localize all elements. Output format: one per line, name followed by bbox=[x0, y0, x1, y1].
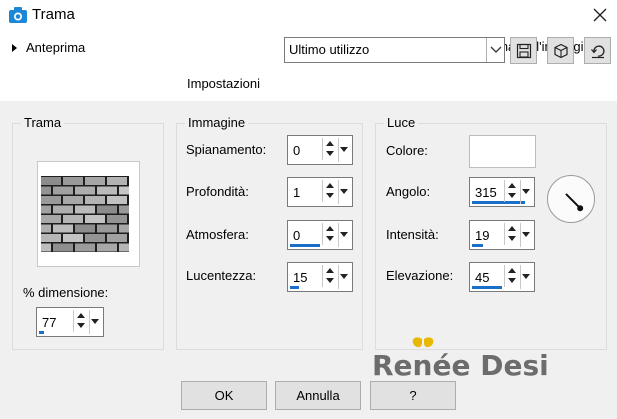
reset-icon bbox=[590, 44, 605, 58]
color-label: Colore: bbox=[386, 143, 428, 158]
triangle-right-icon bbox=[12, 43, 17, 52]
intensity-stepper[interactable] bbox=[504, 223, 518, 245]
depth-spin[interactable]: 1 bbox=[287, 177, 353, 207]
depth-stepper[interactable] bbox=[322, 180, 336, 202]
angle-dropdown[interactable] bbox=[520, 180, 530, 204]
angle-label: Angolo: bbox=[386, 184, 431, 199]
title-bar: Trama bbox=[0, 0, 617, 31]
angle-value: 315 bbox=[475, 185, 497, 200]
ambience-spin[interactable]: 0 bbox=[287, 220, 353, 250]
shininess-label: Lucentezza: bbox=[186, 268, 257, 283]
save-icon bbox=[516, 43, 531, 58]
smoothness-label: Spianamento: bbox=[186, 142, 267, 157]
texture-preview[interactable] bbox=[37, 161, 140, 267]
settings-label: Impostazioni bbox=[187, 76, 260, 91]
intensity-spin[interactable]: 19 bbox=[469, 220, 535, 250]
chevron-down-icon[interactable] bbox=[486, 38, 504, 62]
preview-toggle[interactable]: Anteprima bbox=[12, 40, 85, 55]
intensity-dropdown[interactable] bbox=[520, 223, 530, 247]
angle-stepper[interactable] bbox=[504, 180, 518, 202]
elevation-value: 45 bbox=[475, 270, 490, 285]
ambience-stepper[interactable] bbox=[322, 223, 336, 245]
watermark-text: Renée Design bbox=[372, 349, 550, 382]
depth-value: 1 bbox=[293, 185, 301, 200]
image-group-title: Immagine bbox=[185, 115, 249, 131]
shininess-level-bar bbox=[290, 286, 299, 289]
depth-dropdown[interactable] bbox=[338, 180, 348, 204]
depth-label: Profondità: bbox=[186, 184, 249, 199]
brick-texture-image bbox=[38, 162, 139, 266]
shininess-value: 15 bbox=[293, 270, 308, 285]
settings-value: Ultimo utilizzo bbox=[289, 42, 370, 57]
elevation-level-bar bbox=[472, 286, 502, 289]
settings-combo[interactable]: Ultimo utilizzo bbox=[284, 37, 505, 63]
light-group-title: Luce bbox=[384, 115, 419, 131]
reset-button[interactable] bbox=[584, 37, 611, 64]
elevation-stepper[interactable] bbox=[504, 265, 518, 287]
size-stepper[interactable] bbox=[73, 310, 87, 332]
elevation-dropdown[interactable] bbox=[520, 265, 530, 289]
size-value: 77 bbox=[42, 315, 57, 330]
shininess-dropdown[interactable] bbox=[338, 265, 348, 289]
smoothness-spin[interactable]: 0 bbox=[287, 135, 353, 165]
window-title: Trama bbox=[32, 6, 75, 23]
close-icon[interactable] bbox=[591, 6, 609, 24]
angle-dial[interactable] bbox=[547, 175, 595, 223]
intensity-level-bar bbox=[472, 244, 483, 247]
ok-button[interactable]: OK bbox=[181, 381, 267, 410]
watermark-logo: Renée Design bbox=[372, 337, 550, 382]
save-preset-button[interactable] bbox=[510, 37, 537, 64]
ambience-value: 0 bbox=[293, 228, 301, 243]
cancel-button[interactable]: Annulla bbox=[275, 381, 361, 410]
size-level-bar bbox=[39, 331, 44, 334]
shininess-stepper[interactable] bbox=[322, 265, 336, 287]
ambience-dropdown[interactable] bbox=[338, 223, 348, 247]
randomize-button[interactable] bbox=[547, 37, 574, 64]
preview-toggle-label: Anteprima bbox=[26, 40, 86, 55]
shininess-spin[interactable]: 15 bbox=[287, 262, 353, 292]
smoothness-stepper[interactable] bbox=[322, 138, 336, 160]
texture-group-title: Trama bbox=[21, 115, 65, 131]
cube-icon bbox=[553, 43, 568, 58]
light-color-swatch[interactable] bbox=[469, 135, 536, 168]
size-dropdown[interactable] bbox=[89, 310, 99, 334]
smoothness-value: 0 bbox=[293, 143, 301, 158]
elevation-spin[interactable]: 45 bbox=[469, 262, 535, 292]
intensity-label: Intensità: bbox=[386, 227, 439, 242]
angle-dial-needle bbox=[565, 193, 584, 212]
smoothness-dropdown[interactable] bbox=[338, 138, 348, 162]
camera-icon bbox=[9, 7, 27, 23]
ambience-label: Atmosfera: bbox=[186, 227, 249, 242]
elevation-label: Elevazione: bbox=[386, 268, 454, 283]
size-label: % dimensione: bbox=[23, 285, 109, 300]
angle-spin[interactable]: 315 bbox=[469, 177, 535, 207]
intensity-value: 19 bbox=[475, 228, 490, 243]
ambience-level-bar bbox=[290, 244, 320, 247]
help-button[interactable]: ? bbox=[370, 381, 456, 410]
size-spin[interactable]: 77 bbox=[36, 307, 104, 337]
